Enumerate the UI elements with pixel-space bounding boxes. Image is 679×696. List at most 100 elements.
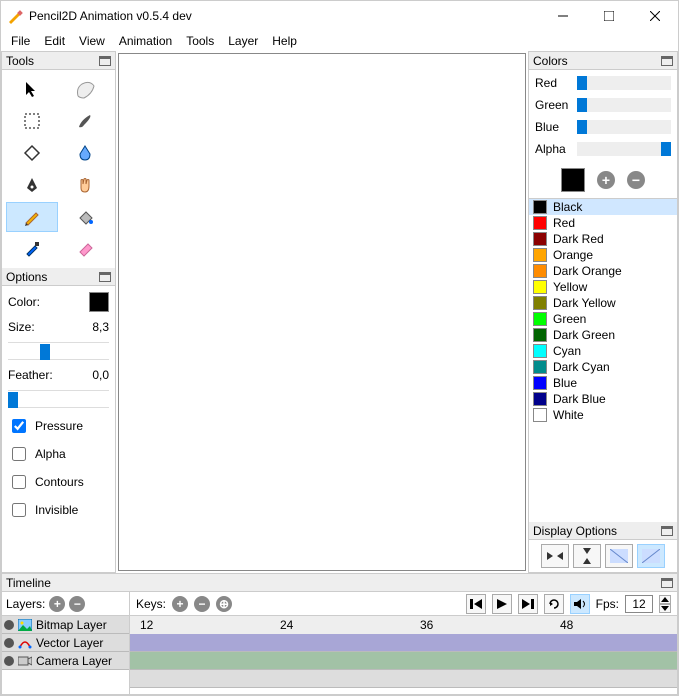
timeline-title: Timeline xyxy=(6,576,51,590)
remove-key-button[interactable]: − xyxy=(194,596,210,612)
camera-icon xyxy=(18,655,32,667)
layer-row[interactable]: Vector Layer xyxy=(2,634,129,652)
mirror-h-button[interactable] xyxy=(541,544,569,568)
layer-row[interactable]: Camera Layer xyxy=(2,652,129,670)
fps-up-button[interactable] xyxy=(659,595,671,604)
undock-icon[interactable] xyxy=(99,56,111,66)
minimize-button[interactable] xyxy=(540,1,586,31)
hand-tool[interactable] xyxy=(60,170,112,200)
window-title: Pencil2D Animation v0.5.4 dev xyxy=(29,9,540,23)
polyline-tool[interactable] xyxy=(6,138,58,168)
fps-down-button[interactable] xyxy=(659,604,671,613)
drawing-canvas[interactable] xyxy=(118,53,526,571)
eraser-tool[interactable] xyxy=(60,234,112,264)
add-color-button[interactable]: + xyxy=(597,171,615,189)
remove-color-button[interactable]: − xyxy=(627,171,645,189)
color-item[interactable]: Yellow xyxy=(529,279,677,295)
color-item[interactable]: Blue xyxy=(529,375,677,391)
color-item[interactable]: Dark Orange xyxy=(529,263,677,279)
color-item[interactable]: Dark Green xyxy=(529,327,677,343)
color-item[interactable]: Dark Red xyxy=(529,231,677,247)
size-slider[interactable] xyxy=(8,342,109,360)
display-panel-header: Display Options xyxy=(529,522,677,540)
layer-name: Camera Layer xyxy=(36,654,112,668)
move-tool[interactable] xyxy=(6,74,58,104)
layer-row[interactable]: Bitmap Layer xyxy=(2,616,129,634)
visibility-toggle[interactable] xyxy=(4,656,14,666)
clear-tool[interactable] xyxy=(60,74,112,104)
color-item[interactable]: Green xyxy=(529,311,677,327)
bucket-tool[interactable] xyxy=(60,202,112,232)
alpha-slider[interactable] xyxy=(577,142,671,156)
undock-icon[interactable] xyxy=(661,56,673,66)
color-chip xyxy=(533,216,547,230)
color-item[interactable]: Black xyxy=(529,199,677,215)
red-slider[interactable] xyxy=(577,76,671,90)
current-color-swatch[interactable] xyxy=(561,168,585,192)
color-item[interactable]: Dark Cyan xyxy=(529,359,677,375)
add-key-button[interactable]: + xyxy=(172,596,188,612)
colors-panel-header: Colors xyxy=(529,52,677,70)
brush-tool[interactable] xyxy=(60,106,112,136)
timeline-ruler[interactable]: 12 24 36 48 xyxy=(130,616,677,634)
color-item[interactable]: Dark Yellow xyxy=(529,295,677,311)
invisible-checkbox[interactable]: Invisible xyxy=(8,500,109,520)
undock-icon[interactable] xyxy=(99,272,111,282)
pressure-checkbox[interactable]: Pressure xyxy=(8,416,109,436)
visibility-toggle[interactable] xyxy=(4,638,14,648)
close-button[interactable] xyxy=(632,1,678,31)
remove-layer-button[interactable]: − xyxy=(69,596,85,612)
pencil-tool[interactable] xyxy=(6,202,58,232)
pen-tool[interactable] xyxy=(6,170,58,200)
color-item[interactable]: Cyan xyxy=(529,343,677,359)
select-tool[interactable] xyxy=(6,106,58,136)
duplicate-key-button[interactable]: ⊕ xyxy=(216,596,232,612)
fps-input[interactable] xyxy=(625,595,653,613)
menu-layer[interactable]: Layer xyxy=(228,34,258,48)
mirror-v-button[interactable] xyxy=(573,544,601,568)
maximize-button[interactable] xyxy=(586,1,632,31)
sound-button[interactable] xyxy=(570,594,590,614)
app-icon xyxy=(7,8,23,24)
bitmap-icon xyxy=(18,619,32,631)
undock-icon[interactable] xyxy=(661,578,673,588)
tools-panel-title: Tools xyxy=(6,54,34,68)
smudge-tool[interactable] xyxy=(60,138,112,168)
alpha-checkbox[interactable]: Alpha xyxy=(8,444,109,464)
color-item[interactable]: Orange xyxy=(529,247,677,263)
onion-prev-button[interactable] xyxy=(605,544,633,568)
color-name: Dark Blue xyxy=(553,392,606,406)
color-swatch[interactable] xyxy=(89,292,109,312)
prev-frame-button[interactable] xyxy=(466,594,486,614)
menu-edit[interactable]: Edit xyxy=(44,34,65,48)
size-value: 8,3 xyxy=(92,320,109,334)
onion-next-button[interactable] xyxy=(637,544,665,568)
vector-track[interactable] xyxy=(130,652,677,670)
add-layer-button[interactable]: + xyxy=(49,596,65,612)
color-item[interactable]: Red xyxy=(529,215,677,231)
menu-animation[interactable]: Animation xyxy=(119,34,172,48)
green-label: Green xyxy=(535,98,573,112)
color-list[interactable]: BlackRedDark RedOrangeDark OrangeYellowD… xyxy=(529,198,677,522)
blue-slider[interactable] xyxy=(577,120,671,134)
undock-icon[interactable] xyxy=(661,526,673,536)
eyedropper-tool[interactable] xyxy=(6,234,58,264)
feather-slider[interactable] xyxy=(8,390,109,408)
color-item[interactable]: White xyxy=(529,407,677,423)
color-name: Blue xyxy=(553,376,577,390)
next-frame-button[interactable] xyxy=(518,594,538,614)
bitmap-track[interactable] xyxy=(130,634,677,652)
color-label: Color: xyxy=(8,295,40,309)
green-slider[interactable] xyxy=(577,98,671,112)
menu-tools[interactable]: Tools xyxy=(186,34,214,48)
menu-view[interactable]: View xyxy=(79,34,105,48)
menu-help[interactable]: Help xyxy=(272,34,297,48)
play-button[interactable] xyxy=(492,594,512,614)
contours-checkbox[interactable]: Contours xyxy=(8,472,109,492)
camera-track[interactable] xyxy=(130,670,677,688)
visibility-toggle[interactable] xyxy=(4,620,14,630)
loop-button[interactable] xyxy=(544,594,564,614)
menu-file[interactable]: File xyxy=(11,34,30,48)
color-chip xyxy=(533,232,547,246)
color-item[interactable]: Dark Blue xyxy=(529,391,677,407)
